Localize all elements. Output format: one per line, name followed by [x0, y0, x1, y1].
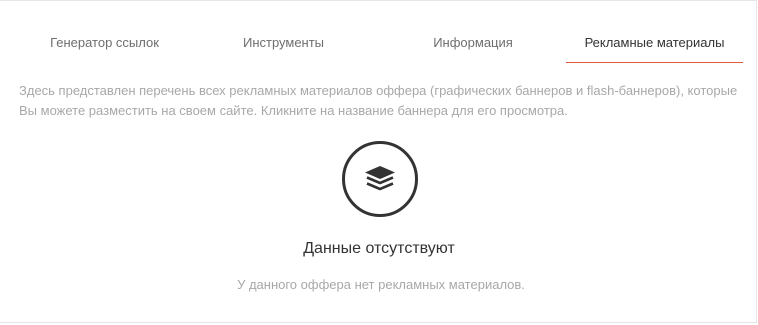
tab-bar: Генератор ссылок Инструменты Информация … [16, 24, 743, 63]
tab-information[interactable]: Информация [381, 24, 565, 62]
tab-promo-materials[interactable]: Рекламные материалы [566, 24, 743, 63]
tab-link-generator[interactable]: Генератор ссылок [16, 24, 193, 62]
description-text: Здесь представлен перечень всех рекламны… [19, 83, 738, 118]
layers-icon [365, 166, 395, 191]
empty-state-title: Данные отсутствуют [303, 240, 455, 257]
empty-state-subtitle: У данного оффера нет рекламных материало… [237, 277, 525, 292]
empty-state-icon-circle [342, 141, 418, 217]
tab-tools[interactable]: Инструменты [193, 24, 374, 62]
